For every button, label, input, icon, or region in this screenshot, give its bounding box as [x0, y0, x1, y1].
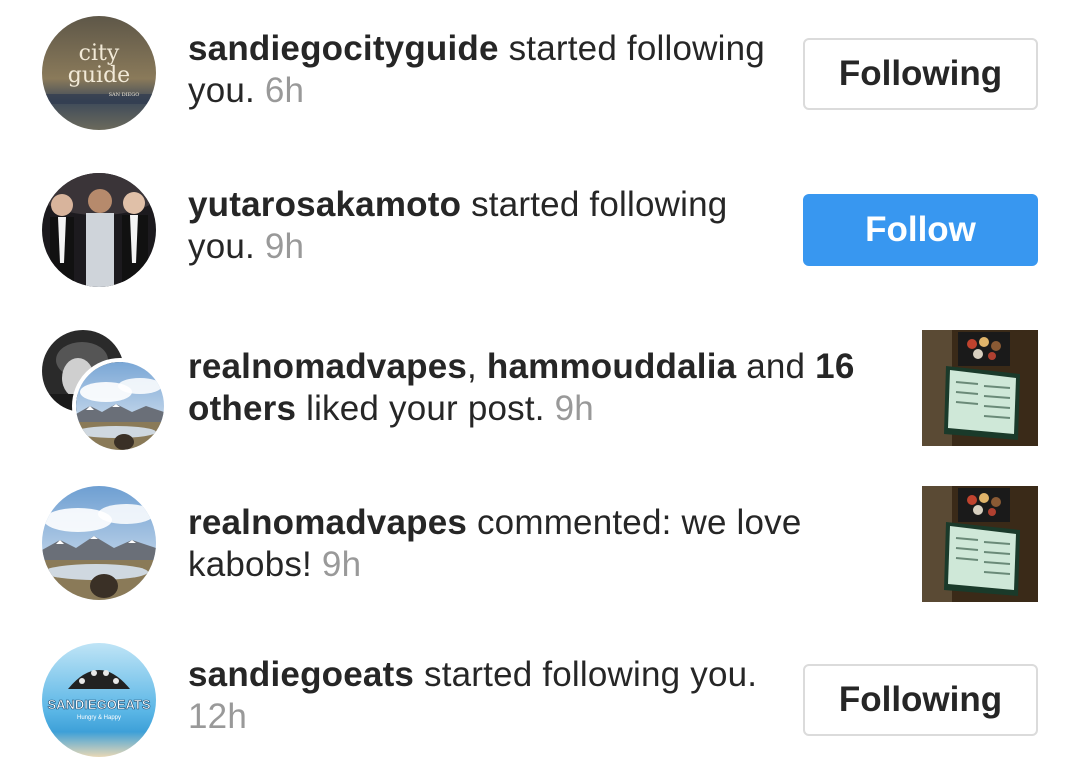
- avatar[interactable]: [42, 486, 156, 600]
- timestamp: 9h: [321, 545, 362, 584]
- username-link[interactable]: realnomadvapes: [188, 347, 467, 386]
- timestamp: 9h: [554, 389, 594, 428]
- username-link[interactable]: yutarosakamoto: [188, 185, 461, 224]
- action-text: liked your post.: [296, 389, 555, 428]
- avatar[interactable]: city guide SAN DIEGO: [42, 16, 156, 130]
- username-link[interactable]: hammouddalia: [487, 347, 736, 386]
- notification-text: realnomadvapes, hammouddalia and 16 othe…: [188, 346, 903, 430]
- following-button[interactable]: Following: [803, 664, 1038, 736]
- conjunction-text: and: [736, 347, 816, 386]
- avatar[interactable]: [42, 173, 156, 287]
- avatar[interactable]: SANDIEGOEATS Hungry & Happy: [42, 643, 156, 757]
- timestamp: 6h: [264, 71, 305, 110]
- timestamp: 12h: [188, 697, 247, 736]
- post-thumbnail[interactable]: [922, 330, 1038, 446]
- avatar-logo-line2: Hungry & Happy: [77, 715, 121, 721]
- avatar-logo-line1: SANDIEGOEATS: [47, 697, 150, 712]
- avatar-logo-line2: guide: [68, 63, 130, 88]
- following-button[interactable]: Following: [803, 38, 1038, 110]
- notification-text: yutarosakamoto started following you. 9h: [188, 184, 788, 268]
- notification-text: sandiegoeats started following you. 12h: [188, 654, 788, 738]
- avatar-stack[interactable]: [42, 330, 168, 454]
- username-link[interactable]: realnomadvapes: [188, 503, 467, 542]
- post-thumbnail[interactable]: [922, 486, 1038, 602]
- notification-row[interactable]: yutarosakamoto started following you. 9h…: [0, 150, 1080, 310]
- avatar[interactable]: [72, 358, 168, 454]
- action-text: started following you.: [414, 655, 758, 694]
- notification-text: realnomadvapes commented: we love kabobs…: [188, 502, 868, 586]
- notification-row[interactable]: city guide SAN DIEGO sandiegocityguide s…: [0, 0, 1080, 150]
- follow-button[interactable]: Follow: [803, 194, 1038, 266]
- notification-row[interactable]: SANDIEGOEATS Hungry & Happy sandiegoeats…: [0, 630, 1080, 784]
- notification-row[interactable]: realnomadvapes commented: we love kabobs…: [0, 470, 1080, 630]
- username-link[interactable]: sandiegoeats: [188, 655, 414, 694]
- separator-text: ,: [467, 347, 487, 386]
- notification-row[interactable]: realnomadvapes, hammouddalia and 16 othe…: [0, 310, 1080, 470]
- username-link[interactable]: sandiegocityguide: [188, 29, 499, 68]
- avatar-logo-line3: SAN DIEGO: [109, 92, 140, 98]
- timestamp: 9h: [264, 227, 305, 266]
- notification-text: sandiegocityguide started following you.…: [188, 28, 788, 112]
